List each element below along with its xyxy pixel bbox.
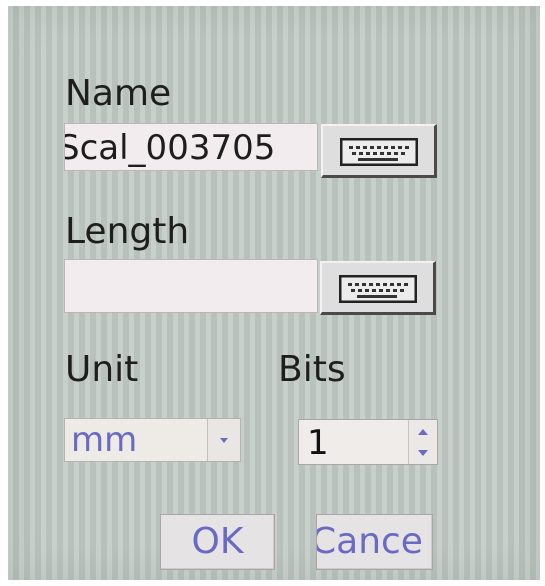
bits-label: Bits	[278, 349, 346, 390]
bits-decrement[interactable]	[409, 442, 436, 463]
unit-select-arrow[interactable]	[207, 419, 240, 461]
dialog-panel: Name Scal_003705 Length Unit Bits mm 1 O…	[8, 6, 540, 580]
length-label: Length	[65, 211, 190, 252]
name-field[interactable]: Scal_003705	[64, 123, 318, 171]
name-label: Name	[65, 73, 172, 114]
bits-increment[interactable]	[409, 421, 436, 442]
bits-value: 1	[307, 423, 329, 463]
keyboard-icon	[340, 138, 418, 166]
bits-spin-arrows	[408, 420, 437, 464]
name-keyboard-button[interactable]	[321, 124, 437, 178]
length-keyboard-button[interactable]	[320, 261, 436, 315]
length-field[interactable]	[64, 259, 318, 313]
arrow-up-icon	[417, 428, 428, 435]
unit-select[interactable]: mm	[64, 418, 241, 462]
unit-label: Unit	[65, 349, 139, 390]
bits-spinbox[interactable]: 1	[298, 419, 438, 465]
keyboard-icon	[339, 275, 417, 303]
unit-select-value: mm	[71, 420, 138, 460]
cancel-button[interactable]: Cance	[316, 514, 433, 570]
chevron-down-icon	[220, 438, 228, 443]
arrow-down-icon	[417, 449, 428, 456]
ok-button[interactable]: OK	[160, 514, 275, 570]
